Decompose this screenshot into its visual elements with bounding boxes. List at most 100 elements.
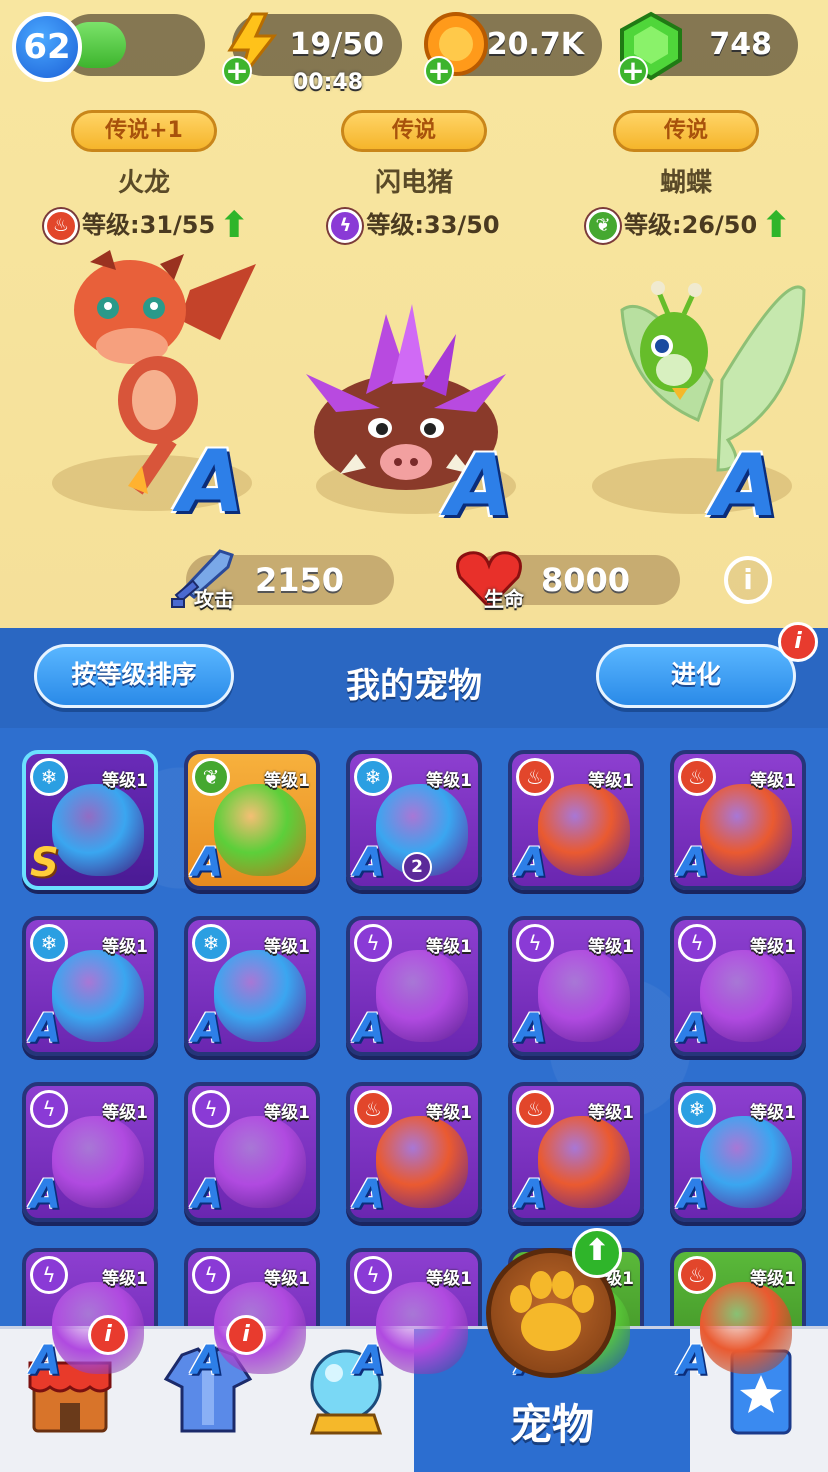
panel-title: 我的宠物 xyxy=(346,666,482,706)
coin-value: 20.7K xyxy=(486,27,584,62)
pet-portrait xyxy=(214,1116,306,1208)
upgrade-arrow-icon[interactable]: ⬆ xyxy=(761,208,791,244)
pet-card[interactable]: ❄ 等级1 A xyxy=(670,1082,806,1222)
pet-card-level: 等级1 xyxy=(426,937,472,957)
pet-name: 闪电猪 xyxy=(374,168,453,198)
pet-card-level: 等级1 xyxy=(750,937,796,957)
pet-card[interactable]: ♨ 等级1 A xyxy=(346,1082,482,1222)
lightning-icon: + xyxy=(218,10,292,86)
featured-pet-2[interactable]: 传说 闪电猪 ϟ 等级:33/50 xyxy=(314,110,514,243)
featured-pet-1[interactable]: 传说+1 火龙 ♨ 等级:31/55 ⬆ xyxy=(44,110,249,244)
add-energy-icon[interactable]: + xyxy=(222,56,252,86)
tier-badge: 传说 xyxy=(613,110,759,152)
featured-pet-3[interactable]: 传说 蝴蝶 ❦ 等级:26/50 ⬆ xyxy=(586,110,791,244)
pet-card[interactable]: ♨ 等级1 A xyxy=(508,750,644,890)
rank-a-badge: A xyxy=(446,436,513,536)
pet-level: ❦ 等级:26/50 ⬆ xyxy=(586,205,791,244)
gem-value: 748 xyxy=(709,27,772,62)
snowflake-icon: ❄ xyxy=(192,924,230,962)
pet-portrait xyxy=(700,1116,792,1208)
attack-value: 2150 xyxy=(254,561,344,599)
sort-by-level-button[interactable]: 按等级排序 xyxy=(34,644,234,708)
pet-card[interactable]: ϟ 等级1 A xyxy=(346,916,482,1056)
add-gem-icon[interactable]: + xyxy=(618,56,648,86)
rank-a-badge: A xyxy=(354,840,385,886)
fire-icon: ♨ xyxy=(516,758,554,796)
lightning-element-icon: ϟ xyxy=(192,1256,230,1294)
pet-portrait xyxy=(376,950,468,1042)
pet-card[interactable]: ϟ 等级1 A xyxy=(184,1082,320,1222)
info-icon[interactable]: i xyxy=(724,556,772,604)
coin-icon: + xyxy=(420,10,494,86)
fire-icon: ♨ xyxy=(44,209,78,243)
fire-icon: ♨ xyxy=(516,1090,554,1128)
player-level-badge[interactable]: 62 xyxy=(12,12,82,82)
rank-a-badge: A xyxy=(354,1006,385,1052)
pet-card[interactable]: ϟ 等级1 A xyxy=(22,1082,158,1222)
pet-card[interactable]: ❄ 等级1 A xyxy=(184,916,320,1056)
pet-card[interactable]: ♨ 等级1 A xyxy=(508,1082,644,1222)
pet-card-level: 等级1 xyxy=(264,771,310,791)
pet-card[interactable]: ❦ 等级1 A xyxy=(184,750,320,890)
energy-timer: 00:48 xyxy=(293,70,364,95)
duplicate-count-badge: 2 xyxy=(402,852,432,882)
pet-card-level: 等级1 xyxy=(426,1103,472,1123)
rank-a-badge: A xyxy=(178,432,245,532)
pet-card-level: 等级1 xyxy=(750,1103,796,1123)
pet-name: 蝴蝶 xyxy=(659,168,712,198)
pet-card[interactable]: ❄ 等级1 A 2 xyxy=(346,750,482,890)
upgrade-arrow-icon[interactable]: ⬆ xyxy=(219,208,249,244)
pet-card-level: 等级1 xyxy=(264,937,310,957)
featured-area: 62 19/50 + 00:48 20.7K + 748 + 传说+1 火龙 ♨… xyxy=(0,0,828,628)
notification-badge-icon: i xyxy=(226,1315,266,1355)
upgrade-arrow-icon[interactable]: ⬆ xyxy=(572,1228,622,1278)
rank-a-badge: A xyxy=(30,1338,61,1384)
pet-portrait xyxy=(538,784,630,876)
pet-portrait xyxy=(700,950,792,1042)
rank-a-badge: A xyxy=(192,840,223,886)
pet-card[interactable]: ϟ 等级1 A xyxy=(508,916,644,1056)
rank-a-badge: A xyxy=(30,1006,61,1052)
pet-portrait xyxy=(52,950,144,1042)
lightning-element-icon: ϟ xyxy=(354,924,392,962)
rank-a-badge: A xyxy=(354,1338,385,1384)
pet-card[interactable]: ❄ 等级1 S xyxy=(22,750,158,890)
pet-portrait xyxy=(376,1282,468,1374)
pet-card-level: 等级1 xyxy=(102,771,148,791)
rank-a-badge: A xyxy=(192,1172,223,1218)
rank-a-badge: A xyxy=(354,1172,385,1218)
pet-card-level: 等级1 xyxy=(750,771,796,791)
pet-card[interactable]: ϟ 等级1 A xyxy=(670,916,806,1056)
lightning-element-icon: ϟ xyxy=(30,1256,68,1294)
notification-badge-icon: i xyxy=(88,1315,128,1355)
rank-a-badge: A xyxy=(30,1172,61,1218)
rank-s-badge: S xyxy=(30,840,59,886)
pet-name: 火龙 xyxy=(117,168,170,198)
add-coin-icon[interactable]: + xyxy=(424,56,454,86)
energy-value: 19/50 xyxy=(289,27,384,62)
hp-label: 生命 xyxy=(484,587,524,611)
pet-portrait xyxy=(538,1116,630,1208)
attack-stat: 攻击 2150 xyxy=(171,549,394,611)
pet-level: ♨ 等级:31/55 ⬆ xyxy=(44,205,249,244)
snowflake-icon: ❄ xyxy=(30,758,68,796)
hp-value: 8000 xyxy=(540,561,630,599)
rank-a-badge: A xyxy=(678,840,709,886)
lightning-element-icon: ϟ xyxy=(192,1090,230,1128)
fire-icon: ♨ xyxy=(354,1090,392,1128)
pet-card-level: 等级1 xyxy=(588,771,634,791)
pet-card-level: 等级1 xyxy=(264,1103,310,1123)
pet-level-text: 等级:33/50 xyxy=(366,211,500,239)
snowflake-icon: ❄ xyxy=(354,758,392,796)
evolve-button[interactable]: 进化 xyxy=(596,644,796,708)
pet-card[interactable]: ♨ 等级1 A xyxy=(670,750,806,890)
pet-portrait xyxy=(214,784,306,876)
pet-card-level: 等级1 xyxy=(264,1269,310,1289)
snowflake-icon: ❄ xyxy=(30,924,68,962)
pet-card-level: 等级1 xyxy=(750,1269,796,1289)
pet-card-level: 等级1 xyxy=(102,937,148,957)
pet-card[interactable]: ❄ 等级1 A xyxy=(22,916,158,1056)
pet-portrait xyxy=(700,1282,792,1374)
rank-a-badge: A xyxy=(678,1338,709,1384)
tier-badge: 传说 xyxy=(341,110,487,152)
